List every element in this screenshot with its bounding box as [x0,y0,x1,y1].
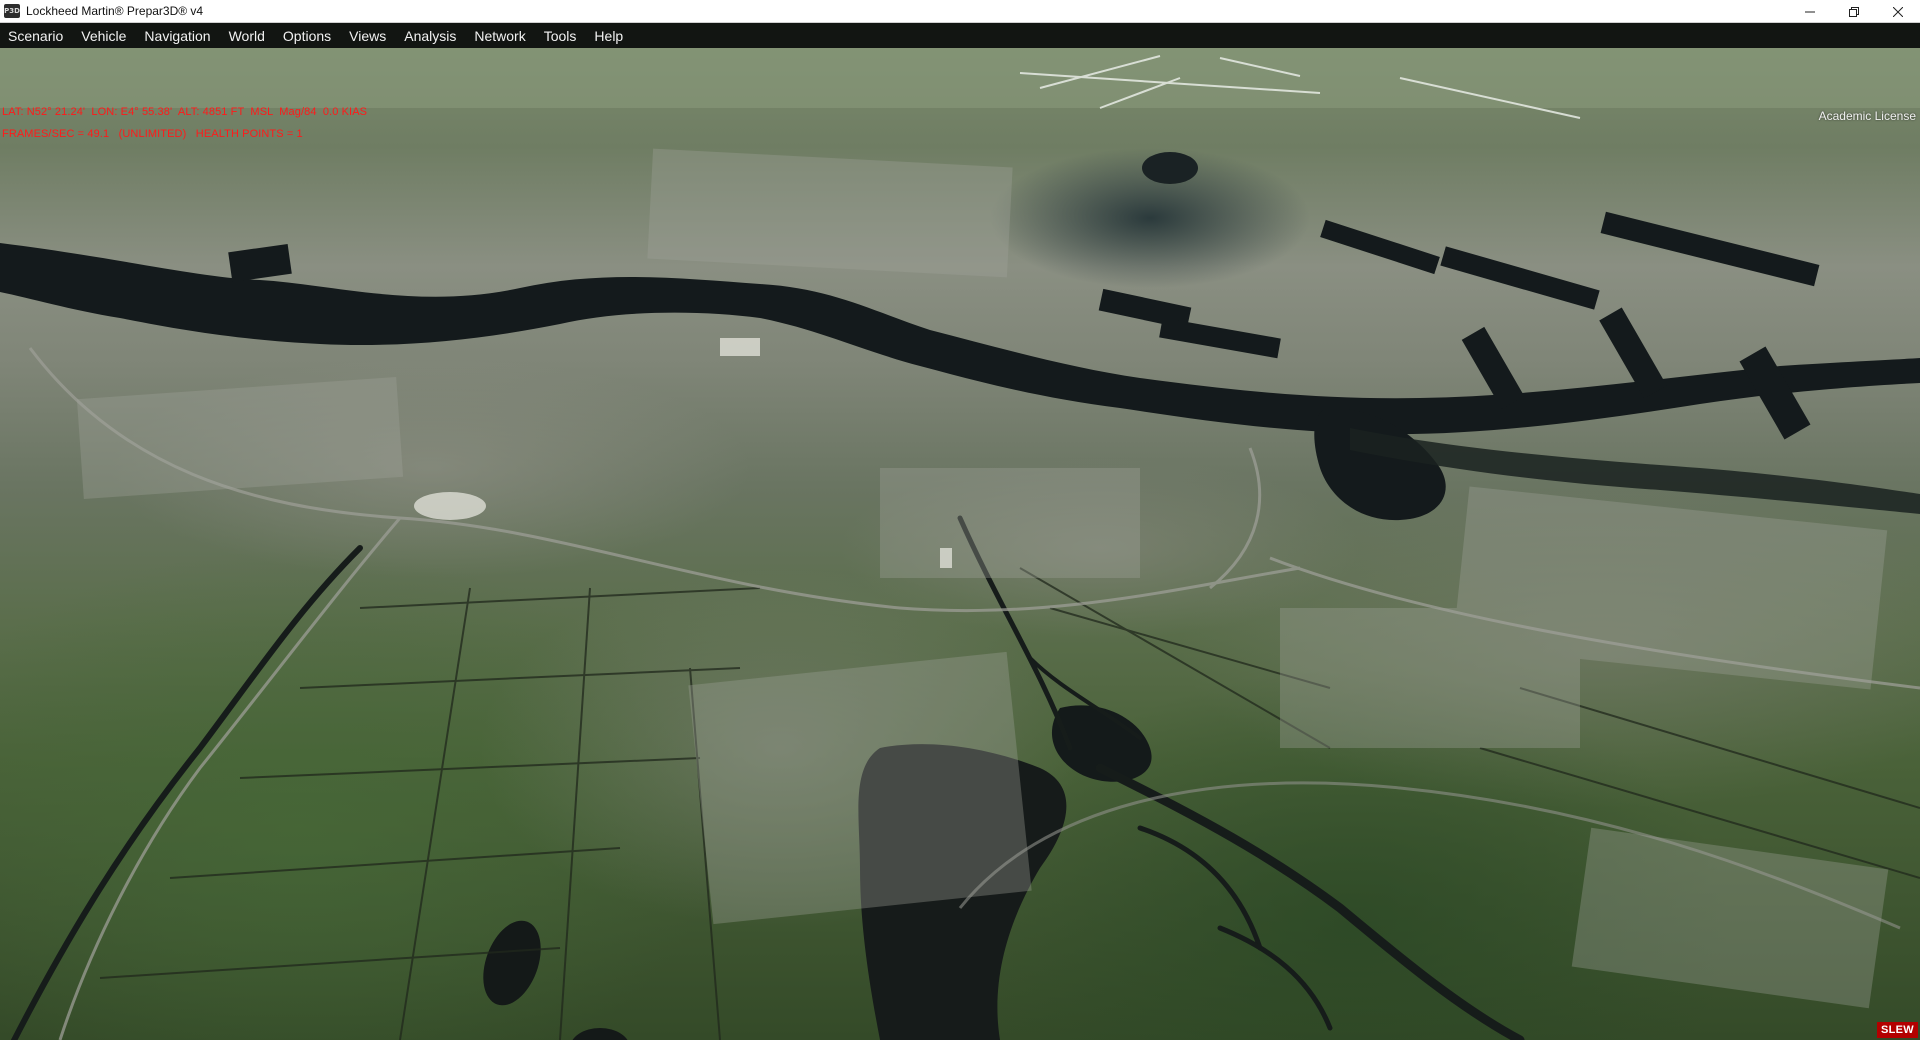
window-controls [1788,0,1920,23]
hud-position-readout: LAT: N52° 21.24' LON: E4° 55.38' ALT: 48… [2,106,368,118]
restore-button[interactable] [1832,0,1876,23]
minimize-icon [1805,11,1815,12]
close-button[interactable] [1876,0,1920,23]
menu-scenario[interactable]: Scenario [0,23,73,48]
menu-vehicle[interactable]: Vehicle [73,23,136,48]
menu-tools[interactable]: Tools [536,23,587,48]
menu-options[interactable]: Options [275,23,341,48]
window-title-bar[interactable]: P3D Lockheed Martin® Prepar3D® v4 [0,0,1920,23]
scenery-viewport[interactable]: LAT: N52° 21.24' LON: E4° 55.38' ALT: 48… [0,48,1920,1040]
slew-mode-badge: SLEW [1877,1022,1918,1038]
menu-help[interactable]: Help [586,23,633,48]
menu-analysis[interactable]: Analysis [396,23,466,48]
close-icon [1893,6,1903,17]
window-title: Lockheed Martin® Prepar3D® v4 [26,4,204,18]
aerial-terrain [0,48,1920,1040]
menu-world[interactable]: World [221,23,275,48]
menu-network[interactable]: Network [466,23,535,48]
restore-icon [1849,6,1859,17]
academic-license-label: Academic License [1818,109,1916,123]
menu-bar: Scenario Vehicle Navigation World Option… [0,23,1920,49]
p3d-app-icon[interactable]: P3D [4,4,20,18]
menu-navigation[interactable]: Navigation [136,23,220,48]
minimize-button[interactable] [1788,0,1832,23]
menu-views[interactable]: Views [341,23,396,48]
hud-frame-rate-readout: FRAMES/SEC = 49.1 (UNLIMITED) HEALTH POI… [2,128,303,140]
